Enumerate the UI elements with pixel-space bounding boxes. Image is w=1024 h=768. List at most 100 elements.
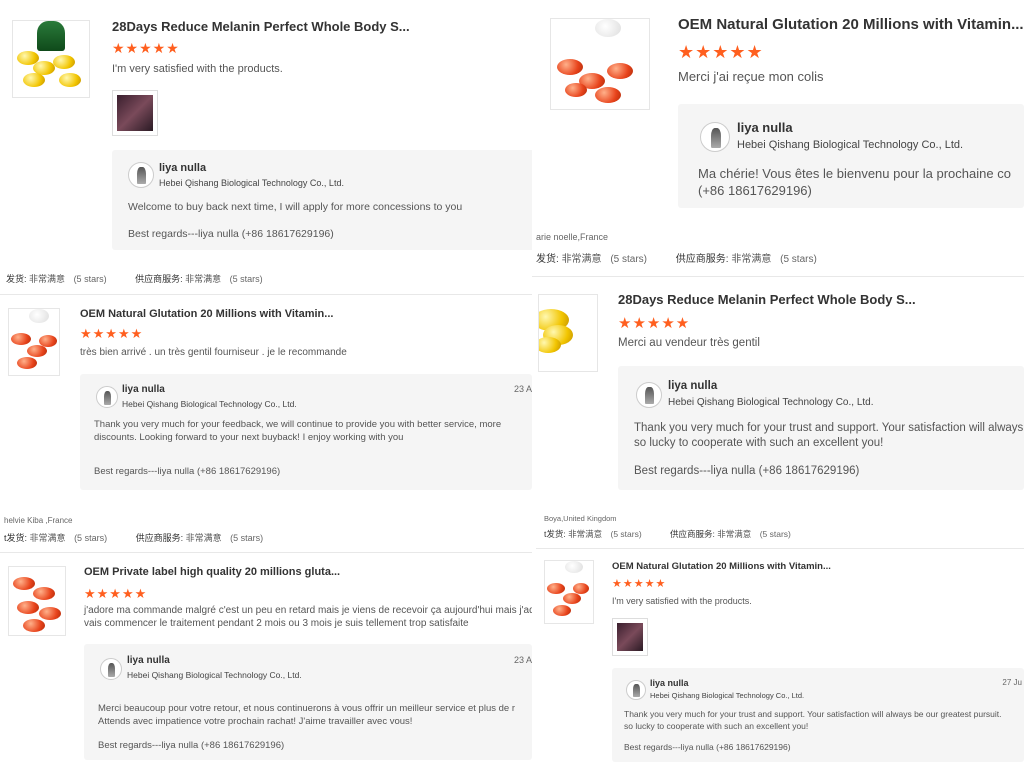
review-comment: Merci au vendeur très gentil <box>618 337 760 349</box>
shipping-label: 发货: <box>536 254 559 265</box>
avatar-icon <box>96 386 118 408</box>
reply-text: Merci beaucoup pour votre retour, et nou… <box>98 703 515 714</box>
capsule-image <box>563 593 581 604</box>
reply-signoff: Best regards---liya nulla (+86 186176291… <box>634 465 860 477</box>
replier-name: liya nulla <box>650 678 689 688</box>
rating-summary: t发货: 非常满意 (5 stars) 供应商服务: 非常满意 (5 stars… <box>4 531 289 544</box>
shipping-stars: (5 stars) <box>610 254 648 265</box>
product-title[interactable]: OEM Natural Glutation 20 Millions with V… <box>80 308 333 320</box>
replier-name: liya nulla <box>668 380 718 392</box>
shipping-stars: (5 stars) <box>610 529 642 539</box>
product-title[interactable]: 28Days Reduce Melanin Perfect Whole Body… <box>112 19 410 34</box>
replier-name: liya nulla <box>737 120 793 135</box>
shipping-value: 非常满意 <box>29 274 66 284</box>
reviewer-name: arie noelle,France <box>536 232 609 242</box>
avatar-icon <box>700 122 730 152</box>
review-comment: j'adore ma commande malgré c'est un peu … <box>84 605 532 616</box>
capsule-image <box>39 607 61 620</box>
review-comment: I'm very satisfied with the products. <box>612 596 752 606</box>
divider <box>532 276 1024 277</box>
product-thumbnail[interactable] <box>544 560 594 624</box>
replier-company: Hebei Qishang Biological Technology Co.,… <box>127 670 302 680</box>
rating-stars: ★★★★★ <box>678 42 764 62</box>
reviewer-name: helvie Kiba ,France <box>4 516 73 525</box>
capsule-cap-image <box>29 309 49 323</box>
capsule-image <box>17 601 39 614</box>
capsule-image <box>565 83 587 97</box>
avatar-icon <box>626 680 646 700</box>
shipping-value: 非常满意 <box>568 529 603 539</box>
service-value: 非常满意 <box>185 274 222 284</box>
capsule-image <box>53 55 75 69</box>
review-comment: très bien arrivé . un très gentil fourni… <box>80 347 347 358</box>
attachment-thumbnail[interactable] <box>612 618 648 656</box>
review-comment: vais commencer le traitement pendant 2 m… <box>84 618 469 629</box>
capsule-image <box>11 333 31 345</box>
rating-stars: ★★★★★ <box>618 315 691 332</box>
product-thumbnail[interactable] <box>550 18 650 110</box>
replier-company: Hebei Qishang Biological Technology Co.,… <box>650 691 805 700</box>
reply-signoff: Best regards---liya nulla (+86 186176291… <box>94 466 281 477</box>
divider <box>0 552 532 553</box>
capsule-cap-image <box>595 19 621 37</box>
review-card-3: OEM Natural Glutation 20 Millions with V… <box>0 296 532 496</box>
reply-text: Welcome to buy back next time, I will ap… <box>128 201 463 213</box>
product-title[interactable]: OEM Private label high quality 20 millio… <box>84 566 340 578</box>
product-thumbnail[interactable] <box>538 294 598 372</box>
review-card-6: OEM Natural Glutation 20 Millions with V… <box>536 550 1024 768</box>
product-title[interactable]: OEM Natural Glutation 20 Millions with V… <box>612 561 831 572</box>
capsule-image <box>573 583 589 594</box>
service-stars: (5 stars) <box>759 529 791 539</box>
product-title[interactable]: 28Days Reduce Melanin Perfect Whole Body… <box>618 292 916 307</box>
review-meta-4: Boya,United Kingdom t发货: 非常满意 (5 stars) … <box>536 508 1024 548</box>
seller-reply: liya nulla Hebei Qishang Biological Tech… <box>112 150 540 250</box>
avatar-icon <box>128 162 154 188</box>
divider <box>0 294 532 295</box>
capsule-image <box>553 605 571 616</box>
replier-name: liya nulla <box>159 162 207 174</box>
replier-company: Hebei Qishang Biological Technology Co.,… <box>737 139 964 151</box>
review-card-4: 28Days Reduce Melanin Perfect Whole Body… <box>532 278 1024 506</box>
capsule-image <box>33 587 55 600</box>
rating-stars: ★★★★★ <box>112 40 180 56</box>
reply-text: Ma chérie! Vous êtes le bienvenu pour la… <box>698 166 1011 181</box>
capsule-cap-image <box>565 561 583 573</box>
rating-stars: ★★★★★ <box>80 326 144 341</box>
capsule-image <box>27 345 47 357</box>
review-card-2: OEM Natural Glutation 20 Millions with V… <box>532 0 1024 230</box>
service-value: 非常满意 <box>717 529 752 539</box>
shipping-value: 非常满意 <box>561 254 602 265</box>
reviewer-name: Boya,United Kingdom <box>544 514 617 523</box>
rating-summary: 发货: 非常满意 (5 stars) 供应商服务: 非常满意 (5 stars) <box>536 250 843 265</box>
capsule-image <box>557 59 583 75</box>
avatar-icon <box>636 382 662 408</box>
rating-summary: 发货: 非常满意 (5 stars) 供应商服务: 非常满意 (5 stars) <box>6 272 289 285</box>
review-meta-2: arie noelle,France 发货: 非常满意 (5 stars) 供应… <box>532 230 1024 276</box>
shipping-stars: (5 stars) <box>74 533 108 543</box>
product-thumbnail[interactable] <box>12 20 90 98</box>
product-thumbnail[interactable] <box>8 308 60 376</box>
product-thumbnail[interactable] <box>8 566 66 636</box>
divider <box>536 548 1024 549</box>
review-card-1: 28Days Reduce Melanin Perfect Whole Body… <box>0 0 540 258</box>
reply-date: 23 A <box>513 384 532 394</box>
review-comment: I'm very satisfied with the products. <box>112 63 283 75</box>
review-card-5: OEM Private label high quality 20 millio… <box>0 554 532 768</box>
service-value: 非常满意 <box>185 533 222 543</box>
bottle-image <box>37 21 65 51</box>
replier-company: Hebei Qishang Biological Technology Co.,… <box>159 178 344 188</box>
service-label: 供应商服务: <box>135 274 183 284</box>
attachment-thumbnail[interactable] <box>112 90 158 136</box>
service-stars: (5 stars) <box>780 254 817 265</box>
service-stars: (5 stars) <box>229 274 263 284</box>
review-meta-1: 发货: 非常满意 (5 stars) 供应商服务: 非常满意 (5 stars) <box>0 258 532 294</box>
replier-name: liya nulla <box>122 384 165 395</box>
service-label: 供应商服务: <box>135 533 184 543</box>
rating-stars: ★★★★★ <box>612 578 667 590</box>
avatar-icon <box>100 658 122 680</box>
product-title[interactable]: OEM Natural Glutation 20 Millions with V… <box>678 16 1024 33</box>
reply-text: discounts. Looking forward to your next … <box>94 432 404 443</box>
reply-text: Attends avec impatience votre prochain r… <box>98 716 413 727</box>
capsule-image <box>595 87 621 103</box>
reply-signoff: Best regards---liya nulla (+86 186176291… <box>98 740 285 751</box>
